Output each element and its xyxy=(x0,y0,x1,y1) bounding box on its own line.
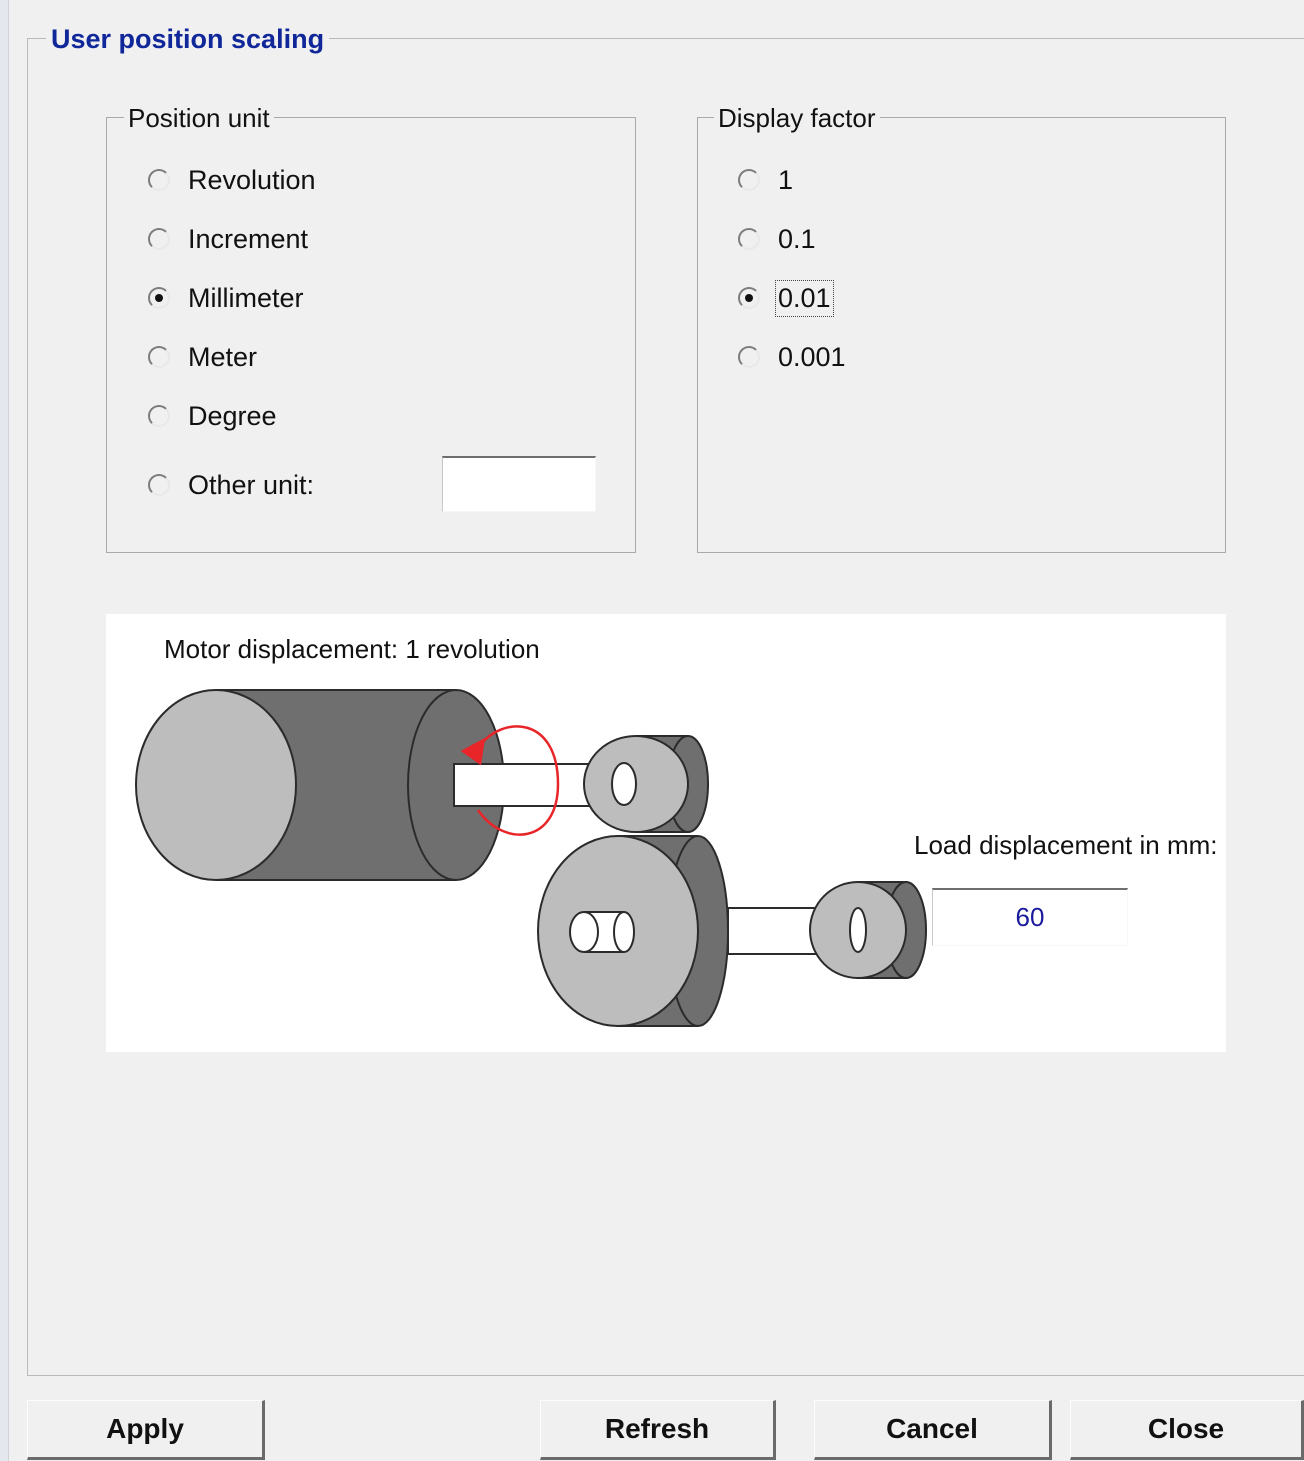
radio-meter-label: Meter xyxy=(188,341,258,372)
radio-factor-0-01-button[interactable] xyxy=(738,287,760,309)
apply-button[interactable]: Apply xyxy=(27,1400,265,1460)
window-edge xyxy=(0,0,9,1461)
radio-other-unit-button[interactable] xyxy=(148,474,170,496)
radio-millimeter-button[interactable] xyxy=(148,287,170,309)
radio-factor-0-001-label: 0.001 xyxy=(778,341,846,372)
pinion-gear-icon xyxy=(583,735,709,833)
radio-factor-0-01-label: 0.01 xyxy=(775,279,834,317)
user-position-scaling-title: User position scaling xyxy=(46,22,330,56)
radio-factor-0-1-label: 0.1 xyxy=(778,223,816,254)
other-unit-input[interactable] xyxy=(442,456,596,512)
mechanics-diagram-panel: Motor displacement: 1 revolution Load di… xyxy=(106,614,1226,1052)
refresh-button[interactable]: Refresh xyxy=(540,1400,776,1460)
radio-increment-label: Increment xyxy=(188,223,309,254)
radio-revolution-button[interactable] xyxy=(148,169,170,191)
large-gear-icon xyxy=(537,835,729,1027)
radio-factor-0-001-button[interactable] xyxy=(738,346,760,368)
motor-icon xyxy=(135,689,505,881)
drive-mechanism-illustration xyxy=(135,689,927,1027)
radio-increment[interactable]: Increment xyxy=(148,222,308,256)
radio-other-unit[interactable]: Other unit: xyxy=(148,468,314,502)
position-unit-legend: Position unit xyxy=(124,102,274,134)
radio-degree[interactable]: Degree xyxy=(148,399,277,433)
radio-factor-0-001[interactable]: 0.001 xyxy=(738,340,846,374)
radio-increment-button[interactable] xyxy=(148,228,170,250)
radio-factor-0-1[interactable]: 0.1 xyxy=(738,222,816,256)
radio-degree-label: Degree xyxy=(188,400,277,431)
radio-meter-button[interactable] xyxy=(148,346,170,368)
output-wheel-icon xyxy=(809,881,927,979)
radio-factor-1-label: 1 xyxy=(778,164,794,195)
cancel-button[interactable]: Cancel xyxy=(814,1400,1052,1460)
radio-revolution[interactable]: Revolution xyxy=(148,163,316,197)
radio-factor-1-button[interactable] xyxy=(738,169,760,191)
radio-meter[interactable]: Meter xyxy=(148,340,257,374)
radio-other-unit-label: Other unit: xyxy=(188,469,315,500)
radio-degree-button[interactable] xyxy=(148,405,170,427)
radio-factor-0-1-button[interactable] xyxy=(738,228,760,250)
close-button[interactable]: Close xyxy=(1070,1400,1304,1460)
radio-revolution-label: Revolution xyxy=(188,164,316,195)
radio-factor-1[interactable]: 1 xyxy=(738,163,793,197)
display-factor-legend: Display factor xyxy=(714,102,880,134)
radio-factor-0-01[interactable]: 0.01 xyxy=(738,279,834,317)
radio-millimeter-label: Millimeter xyxy=(188,282,304,313)
radio-millimeter[interactable]: Millimeter xyxy=(148,281,304,315)
